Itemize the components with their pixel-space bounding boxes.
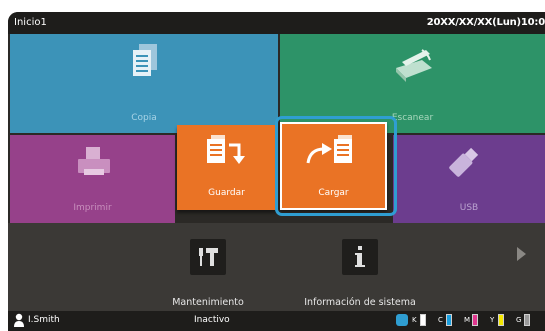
ink-level-m: M — [464, 314, 488, 328]
machine-status: Inactivo — [194, 315, 230, 325]
ink-bar-y — [498, 314, 504, 326]
utility-panel: Mantenimiento Información de sistema — [8, 223, 545, 311]
ink-bar-k — [420, 314, 426, 326]
copy-label: Copia — [131, 113, 157, 123]
ink-bar-c — [446, 314, 452, 326]
title-bar: Inicio1 20XX/XX/XX(Lun)10:0 — [8, 12, 545, 34]
save-document-icon — [207, 135, 245, 164]
ink-level-g: G — [516, 314, 540, 328]
status-bar: I.Smith Inactivo K C M Y G — [8, 311, 545, 331]
info-icon — [355, 246, 365, 267]
save-label: Guardar — [208, 188, 245, 198]
save-tile[interactable]: Guardar — [177, 125, 276, 210]
usb-icon — [449, 147, 479, 177]
user-name: I.Smith — [28, 315, 60, 325]
ink-level-k: K — [412, 314, 436, 328]
print-label: Imprimir — [73, 203, 112, 213]
maintenance-label: Mantenimiento — [172, 297, 244, 308]
system-info-label: Información de sistema — [304, 297, 416, 308]
selection-highlight — [275, 116, 397, 216]
document-icon — [133, 44, 157, 76]
ink-level-c: C — [438, 314, 462, 328]
maintenance-button[interactable] — [190, 239, 226, 275]
copy-tile[interactable]: Copia — [10, 34, 278, 133]
usb-tile[interactable]: USB — [393, 135, 545, 223]
printer-icon — [78, 147, 110, 175]
print-tile[interactable]: Imprimir — [10, 135, 175, 223]
ink-bar-g — [524, 314, 530, 326]
system-info-button[interactable] — [342, 239, 378, 275]
user-icon — [14, 313, 24, 327]
date-time: 20XX/XX/XX(Lun)10:0 — [426, 17, 545, 28]
next-page-arrow-icon[interactable] — [517, 247, 526, 261]
connection-icon — [396, 314, 408, 326]
usb-label: USB — [459, 203, 479, 213]
tools-icon — [199, 248, 218, 266]
home-screen: Inicio1 20XX/XX/XX(Lun)10:0 Copia Escane… — [8, 12, 545, 331]
screen-title: Inicio1 — [14, 17, 47, 28]
ink-bar-m — [472, 314, 478, 326]
ink-level-y: Y — [490, 314, 514, 328]
scanner-icon — [396, 49, 432, 82]
